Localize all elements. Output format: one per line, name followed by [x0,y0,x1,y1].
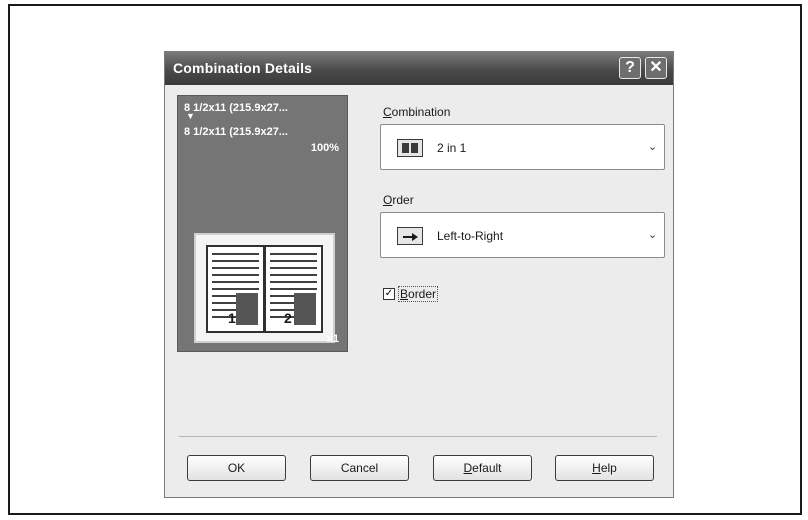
page-two-preview: 2 [266,247,319,331]
text-line [270,295,294,297]
button-label: efault [472,461,502,475]
text-line [270,281,317,283]
order-value: Left-to-Right [437,229,504,243]
layout-preview: 8 1/2x11 (215.9x27... ▼ 8 1/2x11 (215.9x… [177,95,348,352]
chevron-down-icon[interactable]: ⌄ [645,217,660,253]
source-paper-size: 8 1/2x11 (215.9x27... [184,102,288,114]
two-pages-icon [397,139,423,157]
order-select[interactable]: Left-to-Right ⌄ [380,212,665,258]
border-checkbox[interactable]: ✓ [383,288,395,300]
combination-value: 2 in 1 [437,141,467,155]
paper-preview: 1 2 [194,233,335,343]
text-line [270,260,317,262]
combination-details-dialog: Combination Details ? ✕ 8 1/2x11 (215.9x… [164,51,674,498]
output-paper-size: 8 1/2x11 (215.9x27... [184,126,288,138]
copies-count: x1 [326,333,339,345]
ok-button[interactable]: OK [187,455,286,481]
accelerator-key: C [383,105,392,119]
text-line [270,253,317,255]
zoom-ratio: 100% [310,142,339,154]
label-text: ombination [391,105,451,119]
combination-select[interactable]: 2 in 1 ⌄ [380,124,665,170]
help-icon[interactable]: ? [619,57,641,79]
page-one-preview: 1 [208,247,261,331]
border-label[interactable]: Border [398,286,439,302]
button-label: elp [600,461,617,475]
image-block [236,293,258,325]
page-layout-preview: 1 2 [206,245,323,333]
close-icon[interactable]: ✕ [645,57,667,79]
text-line [270,302,294,304]
combination-label: Combination [383,105,450,119]
document-frame: Combination Details ? ✕ 8 1/2x11 (215.9x… [8,4,802,515]
text-line [212,253,259,255]
title-bar: Combination Details ? ✕ [165,52,673,85]
text-line [270,267,317,269]
text-line [270,274,317,276]
cancel-button[interactable]: Cancel [310,455,409,481]
text-line [212,274,259,276]
help-button[interactable]: Help [555,455,654,481]
text-line [212,281,259,283]
label-text: order [408,287,437,301]
image-block [294,293,316,325]
text-line [212,295,236,297]
chevron-down-icon[interactable]: ⌄ [645,129,660,165]
page-number: 1 [228,310,236,326]
text-line [270,288,317,290]
text-line [212,260,259,262]
order-label: Order [383,193,414,207]
default-button[interactable]: Default [433,455,532,481]
accelerator-key: B [400,287,409,301]
down-arrow-icon: ▼ [186,111,195,121]
accelerator-key: D [463,461,473,475]
text-line [212,288,259,290]
page-number: 2 [284,310,292,326]
button-separator [179,436,657,437]
right-arrow-icon [397,227,423,245]
accelerator-key: H [592,461,601,475]
dialog-title: Combination Details [173,60,313,76]
text-line [212,302,236,304]
accelerator-key: O [383,193,393,207]
label-text: rder [392,193,414,207]
text-line [212,267,259,269]
button-label: OK [227,461,246,475]
button-label: Cancel [340,461,379,475]
